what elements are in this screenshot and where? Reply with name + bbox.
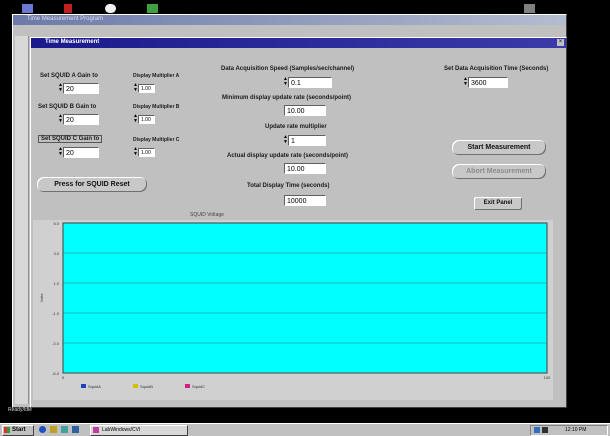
gain-a-input[interactable]: 20 — [63, 83, 99, 94]
gain-b-label: Set SQUID B Gain to — [38, 104, 97, 110]
mult-c-input[interactable]: 1.00 — [138, 148, 155, 157]
quicklaunch-channel-icon[interactable] — [72, 426, 79, 433]
total-time-label: Total Display Time (seconds) — [247, 183, 330, 189]
plot-area — [62, 222, 548, 374]
mult-a-spinner-icon[interactable]: ▲ ▼ — [133, 83, 138, 94]
acq-speed-input[interactable]: 0.1 — [288, 77, 332, 88]
mult-b-input[interactable]: 1.00 — [138, 115, 155, 124]
panel-window-title: Time Measurement — [45, 39, 100, 45]
total-time-field: 10000 — [284, 195, 326, 206]
actual-update-label: Actual display update rate (seconds/poin… — [227, 153, 349, 159]
taskbar-task-button[interactable]: LabWindows/CVI — [90, 425, 188, 436]
outer-menu-bar — [15, 26, 563, 35]
taskbar-task-label: LabWindows/CVI — [102, 427, 141, 433]
clock: 12:10 PM — [565, 427, 587, 433]
mult-b-spinner-icon[interactable]: ▲ ▼ — [133, 114, 138, 125]
exit-panel-button[interactable]: Exit Panel — [474, 197, 522, 210]
quicklaunch-ie-icon[interactable] — [39, 426, 46, 433]
acq-time-input[interactable]: 3600 — [468, 77, 508, 88]
desktop-icon-4[interactable] — [147, 4, 158, 13]
start-label: Start — [12, 427, 26, 433]
legend-swatch — [81, 384, 86, 388]
legend-label: SquidB — [140, 384, 153, 389]
mult-b-label: Display Multiplier B — [133, 104, 180, 110]
volume-icon[interactable] — [534, 427, 540, 433]
network-icon[interactable] — [542, 427, 548, 433]
gain-b-spinner-icon[interactable]: ▲ ▼ — [58, 114, 63, 125]
gain-a-spinner-icon[interactable]: ▲ ▼ — [58, 83, 63, 94]
status-bar-text: Ready/Idle — [8, 407, 32, 413]
legend-swatch — [185, 384, 190, 388]
y-tick-label: 5.0 — [53, 221, 59, 226]
chart-title: SQUID Voltage — [190, 212, 224, 218]
mult-a-label: Display Multiplier A — [133, 73, 180, 79]
acq-time-label: Set Data Acquisition Time (Seconds) — [444, 66, 549, 72]
y-tick-label: 3.0 — [53, 251, 59, 256]
y-tick-label: -1.0 — [52, 311, 60, 316]
min-update-field: 10.00 — [284, 105, 326, 116]
gain-c-input[interactable]: 20 — [63, 147, 99, 158]
start-measurement-button[interactable]: Start Measurement — [452, 140, 546, 155]
desktop-icon-2[interactable] — [64, 4, 72, 13]
gain-a-label: Set SQUID A Gain to — [40, 73, 98, 79]
x-tick-label: 100 — [544, 375, 551, 380]
y-tick-label: 1.0 — [53, 281, 59, 286]
desktop-icon-1[interactable] — [22, 4, 33, 13]
x-tick-label: 0 — [62, 375, 65, 380]
outer-workspace — [15, 36, 29, 404]
update-mult-input[interactable]: 1 — [288, 135, 326, 146]
outer-window-title: Time Measurement Program — [27, 16, 104, 22]
min-update-label: Minimum display update rate (seconds/poi… — [222, 95, 352, 101]
acq-speed-spinner-icon[interactable]: ▲ ▼ — [283, 77, 288, 88]
y-tick-label: -5.0 — [52, 371, 60, 376]
gain-b-input[interactable]: 20 — [63, 114, 99, 125]
legend-label: SquidA — [88, 384, 101, 389]
windows-logo-icon — [4, 427, 10, 433]
desktop-icon-3[interactable] — [105, 4, 116, 13]
actual-update-field: 10.00 — [284, 163, 326, 174]
update-mult-label: Update rate multiplier — [265, 124, 327, 130]
squid-reset-button[interactable]: Press for SQUID Reset — [37, 177, 147, 192]
taskbar: Start LabWindows/CVI 12:10 PM — [0, 423, 610, 436]
mult-a-input[interactable]: 1.00 — [138, 84, 155, 93]
y-tick-label: -3.0 — [52, 341, 60, 346]
system-tray: 12:10 PM — [530, 425, 608, 436]
mult-c-spinner-icon[interactable]: ▲ ▼ — [133, 147, 138, 158]
outer-title-bar[interactable]: Time Measurement Program — [13, 15, 566, 25]
quicklaunch-outlook-icon[interactable] — [50, 426, 57, 433]
mult-c-label: Display Multiplier C — [133, 137, 180, 143]
start-button[interactable]: Start — [2, 425, 34, 436]
update-mult-spinner-icon[interactable]: ▲ ▼ — [283, 135, 288, 146]
acq-speed-label: Data Acquisition Speed (Samples/sec/chan… — [221, 66, 355, 72]
y-axis-label: Volts — [39, 294, 44, 303]
strip-chart: 5.0 3.0 1.0 -1.0 -3.0 -5.00 100 Volts SquidA Squi… — [39, 221, 551, 389]
panel-title-bar[interactable]: Time Measurement × — [31, 38, 566, 48]
close-icon[interactable]: × — [557, 39, 564, 46]
legend-swatch — [133, 384, 138, 388]
desktop-icon-5[interactable] — [524, 4, 535, 13]
labwindows-icon — [93, 427, 99, 433]
abort-measurement-button[interactable]: Abort Measurement — [452, 164, 546, 179]
legend-label: SquidC — [192, 384, 205, 389]
acq-time-spinner-icon[interactable]: ▲ ▼ — [463, 77, 468, 88]
gain-c-label: Set SQUID C Gain to — [38, 135, 103, 143]
quicklaunch-desktop-icon[interactable] — [61, 426, 68, 433]
gain-c-spinner-icon[interactable]: ▲ ▼ — [58, 147, 63, 158]
